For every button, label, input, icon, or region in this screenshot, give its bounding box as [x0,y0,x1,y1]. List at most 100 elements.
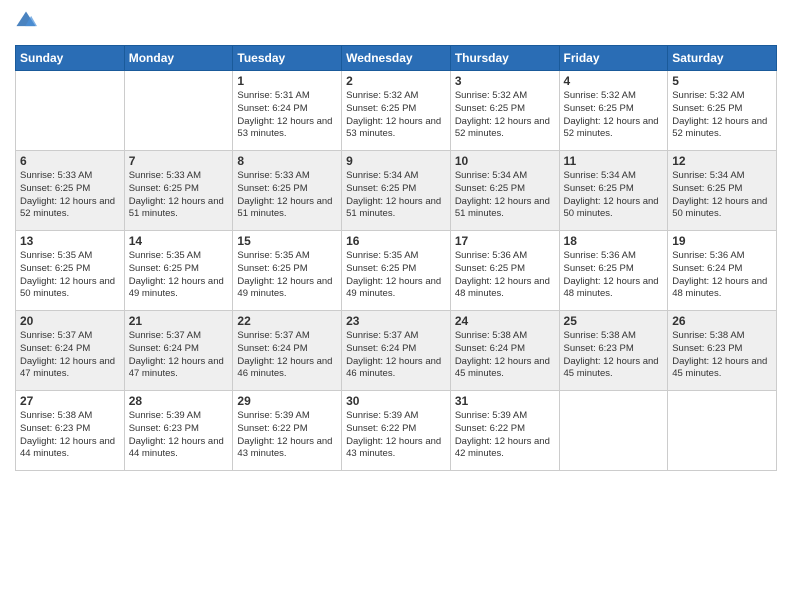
day-info: Sunrise: 5:36 AMSunset: 6:25 PMDaylight:… [455,250,555,301]
calendar-cell: 6 Sunrise: 5:33 AMSunset: 6:25 PMDaylight… [16,151,125,231]
calendar-cell: 17Sunrise: 5:36 AMSunset: 6:25 PMDayligh… [450,231,559,311]
day-number: 28 [129,394,229,408]
day-number: 9 [346,154,446,168]
calendar-cell: 11 Sunrise: 5:34 AMSunset: 6:25 PMDayligh… [559,151,668,231]
day-info: Sunrise: 5:32 AMSunset: 6:25 PMDaylight:… [346,90,446,141]
calendar-cell: 18Sunrise: 5:36 AMSunset: 6:25 PMDayligh… [559,231,668,311]
day-header-monday: Monday [124,46,233,71]
day-header-saturday: Saturday [668,46,777,71]
day-number: 23 [346,314,446,328]
day-info: Sunrise: 5:33 AMSunset: 6:25 PMDaylight:… [237,170,337,221]
day-info: Sunrise: 5:36 AMSunset: 6:25 PMDaylight:… [564,250,664,301]
calendar-cell: 30 Sunrise: 5:39 AMSunset: 6:22 PMDayligh… [342,391,451,471]
day-info: Sunrise: 5:37 AMSunset: 6:24 PMDaylight:… [129,330,229,381]
calendar-cell: 29 Sunrise: 5:39 AMSunset: 6:22 PMDayligh… [233,391,342,471]
day-number: 3 [455,74,555,88]
day-number: 2 [346,74,446,88]
calendar-cell: 22Sunrise: 5:37 AMSunset: 6:24 PMDayligh… [233,311,342,391]
calendar-cell: 21 Sunrise: 5:37 AMSunset: 6:24 PMDayligh… [124,311,233,391]
calendar-cell [124,71,233,151]
day-number: 11 [564,154,664,168]
day-number: 4 [564,74,664,88]
day-number: 30 [346,394,446,408]
calendar-cell: 10Sunrise: 5:34 AMSunset: 6:25 PMDayligh… [450,151,559,231]
calendar-cell: 5 Sunrise: 5:32 AMSunset: 6:25 PMDaylight… [668,71,777,151]
day-header-thursday: Thursday [450,46,559,71]
day-info: Sunrise: 5:31 AMSunset: 6:24 PMDaylight:… [237,90,337,141]
calendar-cell: 4 Sunrise: 5:32 AMSunset: 6:25 PMDaylight… [559,71,668,151]
calendar-cell: 15 Sunrise: 5:35 AMSunset: 6:25 PMDayligh… [233,231,342,311]
calendar-table: SundayMondayTuesdayWednesdayThursdayFrid… [15,45,777,471]
day-number: 12 [672,154,772,168]
day-info: Sunrise: 5:32 AMSunset: 6:25 PMDaylight:… [455,90,555,141]
day-info: Sunrise: 5:34 AMSunset: 6:25 PMDaylight:… [564,170,664,221]
day-info: Sunrise: 5:37 AMSunset: 6:24 PMDaylight:… [20,330,120,381]
calendar-cell: 8 Sunrise: 5:33 AMSunset: 6:25 PMDaylight… [233,151,342,231]
day-info: Sunrise: 5:33 AMSunset: 6:25 PMDaylight:… [129,170,229,221]
calendar-cell: 23 Sunrise: 5:37 AMSunset: 6:24 PMDayligh… [342,311,451,391]
calendar-cell: 20 Sunrise: 5:37 AMSunset: 6:24 PMDayligh… [16,311,125,391]
calendar-cell [668,391,777,471]
calendar-cell: 1 Sunrise: 5:31 AMSunset: 6:24 PMDaylight… [233,71,342,151]
logo-graphic [15,10,37,37]
calendar-cell: 19Sunrise: 5:36 AMSunset: 6:24 PMDayligh… [668,231,777,311]
calendar-week-row: 6 Sunrise: 5:33 AMSunset: 6:25 PMDaylight… [16,151,777,231]
calendar-week-row: 27Sunrise: 5:38 AMSunset: 6:23 PMDayligh… [16,391,777,471]
day-number: 8 [237,154,337,168]
calendar-cell: 7 Sunrise: 5:33 AMSunset: 6:25 PMDaylight… [124,151,233,231]
calendar-week-row: 13Sunrise: 5:35 AMSunset: 6:25 PMDayligh… [16,231,777,311]
day-info: Sunrise: 5:38 AMSunset: 6:23 PMDaylight:… [20,410,120,461]
day-number: 14 [129,234,229,248]
calendar-cell: 2 Sunrise: 5:32 AMSunset: 6:25 PMDaylight… [342,71,451,151]
calendar-cell: 3 Sunrise: 5:32 AMSunset: 6:25 PMDaylight… [450,71,559,151]
calendar-week-row: 1 Sunrise: 5:31 AMSunset: 6:24 PMDaylight… [16,71,777,151]
day-number: 7 [129,154,229,168]
calendar-cell: 26 Sunrise: 5:38 AMSunset: 6:23 PMDayligh… [668,311,777,391]
day-number: 16 [346,234,446,248]
day-number: 26 [672,314,772,328]
day-info: Sunrise: 5:35 AMSunset: 6:25 PMDaylight:… [20,250,120,301]
calendar-cell: 31Sunrise: 5:39 AMSunset: 6:22 PMDayligh… [450,391,559,471]
page: SundayMondayTuesdayWednesdayThursdayFrid… [0,0,792,612]
day-info: Sunrise: 5:35 AMSunset: 6:25 PMDaylight:… [346,250,446,301]
day-info: Sunrise: 5:34 AMSunset: 6:25 PMDaylight:… [672,170,772,221]
day-number: 25 [564,314,664,328]
day-number: 5 [672,74,772,88]
day-info: Sunrise: 5:35 AMSunset: 6:25 PMDaylight:… [129,250,229,301]
calendar-cell: 14 Sunrise: 5:35 AMSunset: 6:25 PMDayligh… [124,231,233,311]
day-info: Sunrise: 5:33 AMSunset: 6:25 PMDaylight:… [20,170,120,221]
day-info: Sunrise: 5:34 AMSunset: 6:25 PMDaylight:… [346,170,446,221]
day-number: 1 [237,74,337,88]
calendar-cell [559,391,668,471]
day-header-friday: Friday [559,46,668,71]
logo [15,10,41,37]
day-info: Sunrise: 5:39 AMSunset: 6:22 PMDaylight:… [237,410,337,461]
calendar-header-row: SundayMondayTuesdayWednesdayThursdayFrid… [16,46,777,71]
day-number: 24 [455,314,555,328]
day-info: Sunrise: 5:35 AMSunset: 6:25 PMDaylight:… [237,250,337,301]
day-info: Sunrise: 5:39 AMSunset: 6:22 PMDaylight:… [346,410,446,461]
day-header-tuesday: Tuesday [233,46,342,71]
day-number: 21 [129,314,229,328]
day-header-sunday: Sunday [16,46,125,71]
day-info: Sunrise: 5:39 AMSunset: 6:23 PMDaylight:… [129,410,229,461]
calendar-cell: 25 Sunrise: 5:38 AMSunset: 6:23 PMDayligh… [559,311,668,391]
day-number: 29 [237,394,337,408]
day-info: Sunrise: 5:36 AMSunset: 6:24 PMDaylight:… [672,250,772,301]
day-info: Sunrise: 5:38 AMSunset: 6:23 PMDaylight:… [564,330,664,381]
day-number: 6 [20,154,120,168]
day-number: 20 [20,314,120,328]
day-header-wednesday: Wednesday [342,46,451,71]
calendar-cell: 16 Sunrise: 5:35 AMSunset: 6:25 PMDayligh… [342,231,451,311]
calendar-week-row: 20 Sunrise: 5:37 AMSunset: 6:24 PMDayligh… [16,311,777,391]
day-number: 10 [455,154,555,168]
day-info: Sunrise: 5:38 AMSunset: 6:23 PMDaylight:… [672,330,772,381]
calendar-cell: 13Sunrise: 5:35 AMSunset: 6:25 PMDayligh… [16,231,125,311]
day-info: Sunrise: 5:37 AMSunset: 6:24 PMDaylight:… [237,330,337,381]
day-info: Sunrise: 5:39 AMSunset: 6:22 PMDaylight:… [455,410,555,461]
day-info: Sunrise: 5:32 AMSunset: 6:25 PMDaylight:… [672,90,772,141]
header [15,10,777,37]
day-number: 15 [237,234,337,248]
day-info: Sunrise: 5:37 AMSunset: 6:24 PMDaylight:… [346,330,446,381]
day-info: Sunrise: 5:32 AMSunset: 6:25 PMDaylight:… [564,90,664,141]
